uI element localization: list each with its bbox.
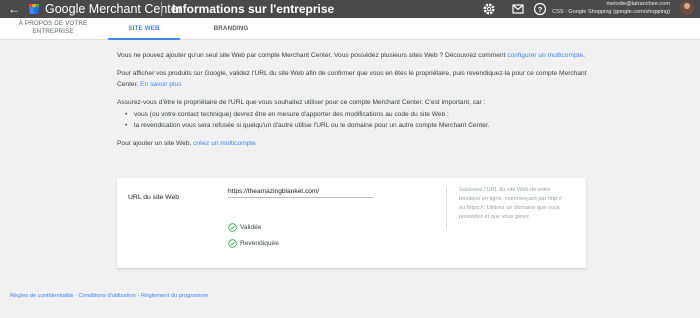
top-app-bar: ← Google Merchant Center Informations su… <box>0 0 700 18</box>
tab-about-business[interactable]: À PROPOS DE VOTRE ENTREPRISE <box>14 18 92 40</box>
account-email: melodie@latranchee.com <box>606 1 670 7</box>
list-item: vous (ou votre contact technique) devrez… <box>117 109 587 120</box>
intro-paragraph-2: Pour afficher vos produits sur Google, v… <box>117 68 587 90</box>
intro-paragraph-1: Vous ne pouvez ajouter qu'un seul site W… <box>117 50 587 61</box>
tab-branding[interactable]: BRANDING <box>196 18 266 40</box>
intro-paragraph-4: Pour ajouter un site Web, créez un multi… <box>117 138 587 149</box>
intro-text-1-end: . <box>583 52 585 59</box>
footer-separator: · <box>74 293 77 299</box>
website-url-label: URL du site Web <box>128 194 179 201</box>
intro-text-2: Pour afficher vos produits sur Google, v… <box>117 70 587 88</box>
list-item: la revendication vous sera refusée si qu… <box>117 120 587 131</box>
website-intro: Vous ne pouvez ajouter qu'un seul site W… <box>117 50 587 156</box>
merchant-center-logo-icon <box>29 4 39 14</box>
requirements-list: vous (ou votre contact technique) devrez… <box>117 109 587 131</box>
claimed-label: Revendiquée <box>240 240 279 247</box>
intro-text-4: Pour ajouter un site Web, <box>117 140 194 147</box>
intro-text-1: Vous ne pouvez ajouter qu'un seul site W… <box>117 52 508 59</box>
terms-of-service-link[interactable]: Conditions d'utilisation <box>78 293 136 299</box>
url-help-text: Saisissez l'URL du site Web de votre bou… <box>459 187 562 220</box>
tab-website[interactable]: SITE WEB <box>108 18 180 40</box>
help-divider <box>446 186 447 230</box>
configure-multiaccount-link[interactable]: configurer un multicompte <box>507 52 583 59</box>
privacy-policy-link[interactable]: Règles de confidentialité <box>10 293 73 299</box>
tab-bar: À PROPOS DE VOTRE ENTREPRISE SITE WEB BR… <box>0 18 700 40</box>
back-arrow-icon[interactable]: ← <box>8 1 20 17</box>
intro-paragraph-3: Assurez-vous d'être le propriétaire de l… <box>117 99 486 106</box>
account-name: CSS : Google Shopping (google.com/shoppi… <box>552 9 670 15</box>
page-title: Informations sur l'entreprise <box>172 2 335 16</box>
create-multiaccount-link[interactable]: créez un multicompte <box>193 140 256 147</box>
header-divider <box>161 2 162 16</box>
svg-text:?: ? <box>538 5 543 14</box>
gear-icon[interactable] <box>481 1 497 17</box>
learn-more-link[interactable]: En savoir plus <box>140 81 181 88</box>
validated-label: Validée <box>240 224 262 231</box>
help-icon[interactable]: ? <box>532 1 548 17</box>
footer-links: Règles de confidentialité · Conditions d… <box>10 293 208 299</box>
program-policies-link[interactable]: Règlement du programme <box>141 293 208 299</box>
check-circle-icon <box>228 223 237 232</box>
website-url-card: URL du site Web https://theamazingblanke… <box>117 178 586 268</box>
website-url-field[interactable]: https://theamazingblanket.com/ <box>228 185 373 198</box>
check-circle-icon <box>228 239 237 248</box>
footer-separator: · <box>137 293 140 299</box>
account-info[interactable]: melodie@latranchee.com CSS : Google Shop… <box>552 0 670 16</box>
mail-icon[interactable] <box>510 1 526 17</box>
avatar[interactable] <box>680 1 694 15</box>
